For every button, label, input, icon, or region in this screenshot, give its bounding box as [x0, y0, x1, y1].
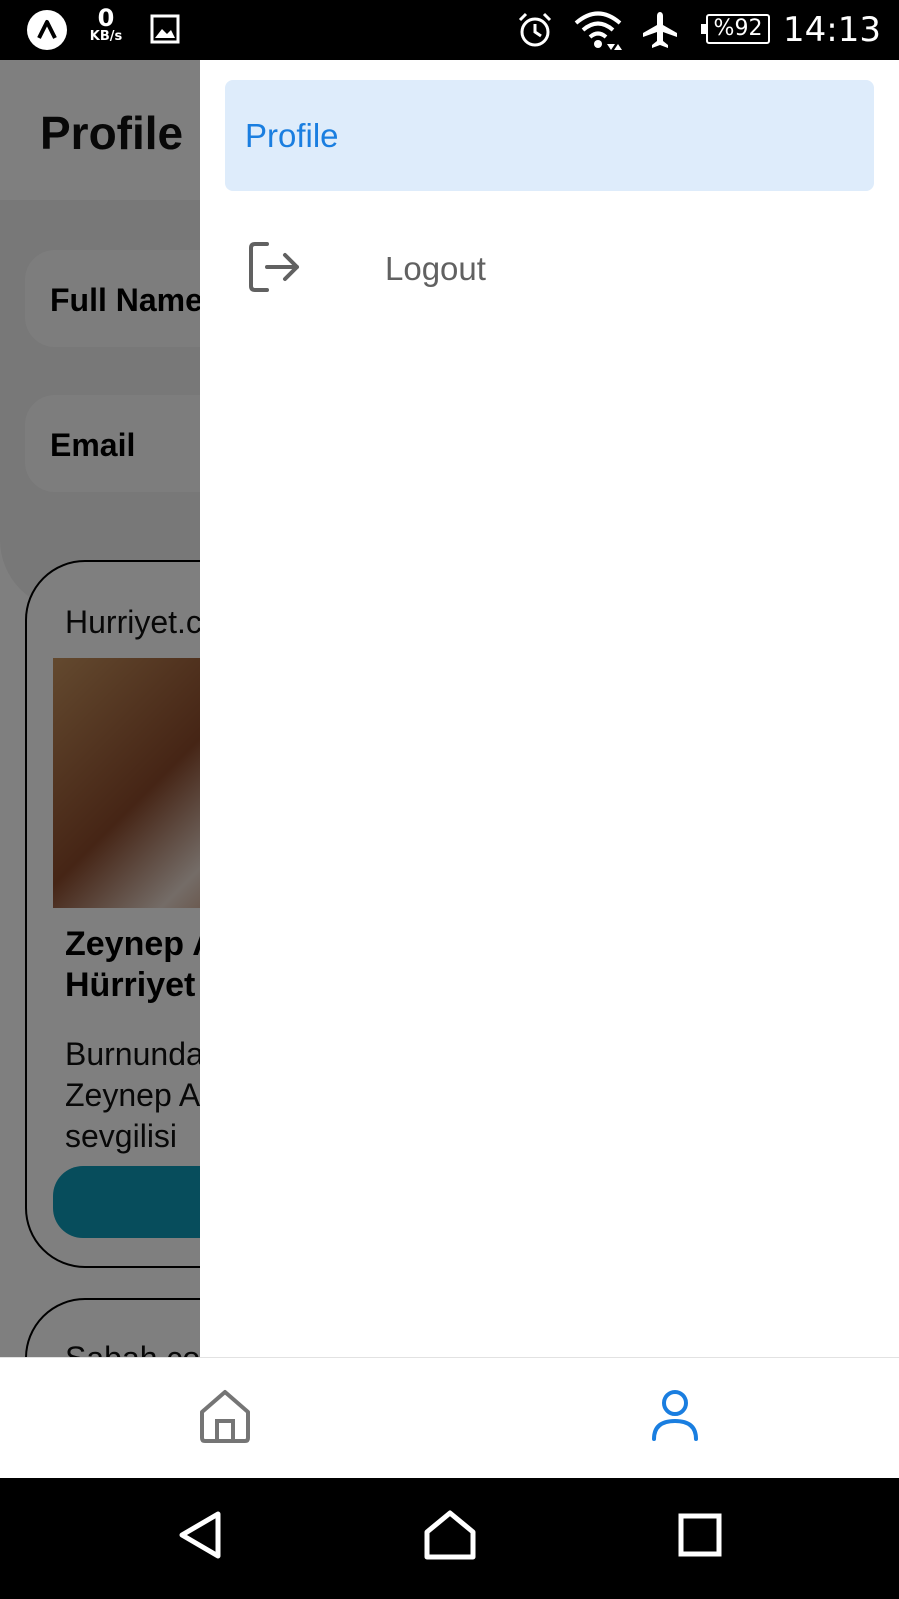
- drawer-item-logout[interactable]: Logout: [225, 220, 874, 331]
- image-icon: [150, 14, 180, 44]
- wifi-icon: [573, 10, 623, 52]
- home-button[interactable]: [415, 1502, 485, 1572]
- drawer-item-profile[interactable]: Profile: [225, 80, 874, 191]
- recents-button[interactable]: [665, 1502, 735, 1572]
- network-speed-value: 0: [97, 4, 115, 32]
- nav-home-button[interactable]: [0, 1358, 449, 1478]
- status-time: 14:13: [783, 10, 881, 50]
- drawer-item-label: Profile: [245, 117, 339, 154]
- home-nav-icon: [423, 1510, 477, 1565]
- recents-icon: [678, 1513, 722, 1562]
- app-badge-icon: [26, 9, 68, 51]
- drawer-item-label: Logout: [385, 250, 486, 287]
- status-bar: 0 KB/s %92 14:13: [0, 0, 899, 60]
- bottom-navigation: [0, 1357, 899, 1478]
- battery-indicator: %92: [701, 14, 770, 44]
- airplane-mode-icon: [640, 10, 680, 50]
- back-icon: [176, 1510, 224, 1565]
- logout-icon: [247, 240, 303, 294]
- system-navigation-bar: [0, 1478, 899, 1599]
- network-speed-unit: KB/s: [89, 29, 123, 44]
- home-icon: [198, 1388, 252, 1449]
- back-button[interactable]: [165, 1502, 235, 1572]
- network-speed: 0 KB/s: [84, 6, 128, 43]
- person-icon: [650, 1389, 700, 1448]
- navigation-drawer: Profile Logout: [200, 60, 899, 1357]
- nav-profile-button[interactable]: [450, 1358, 899, 1478]
- alarm-icon: [516, 11, 554, 49]
